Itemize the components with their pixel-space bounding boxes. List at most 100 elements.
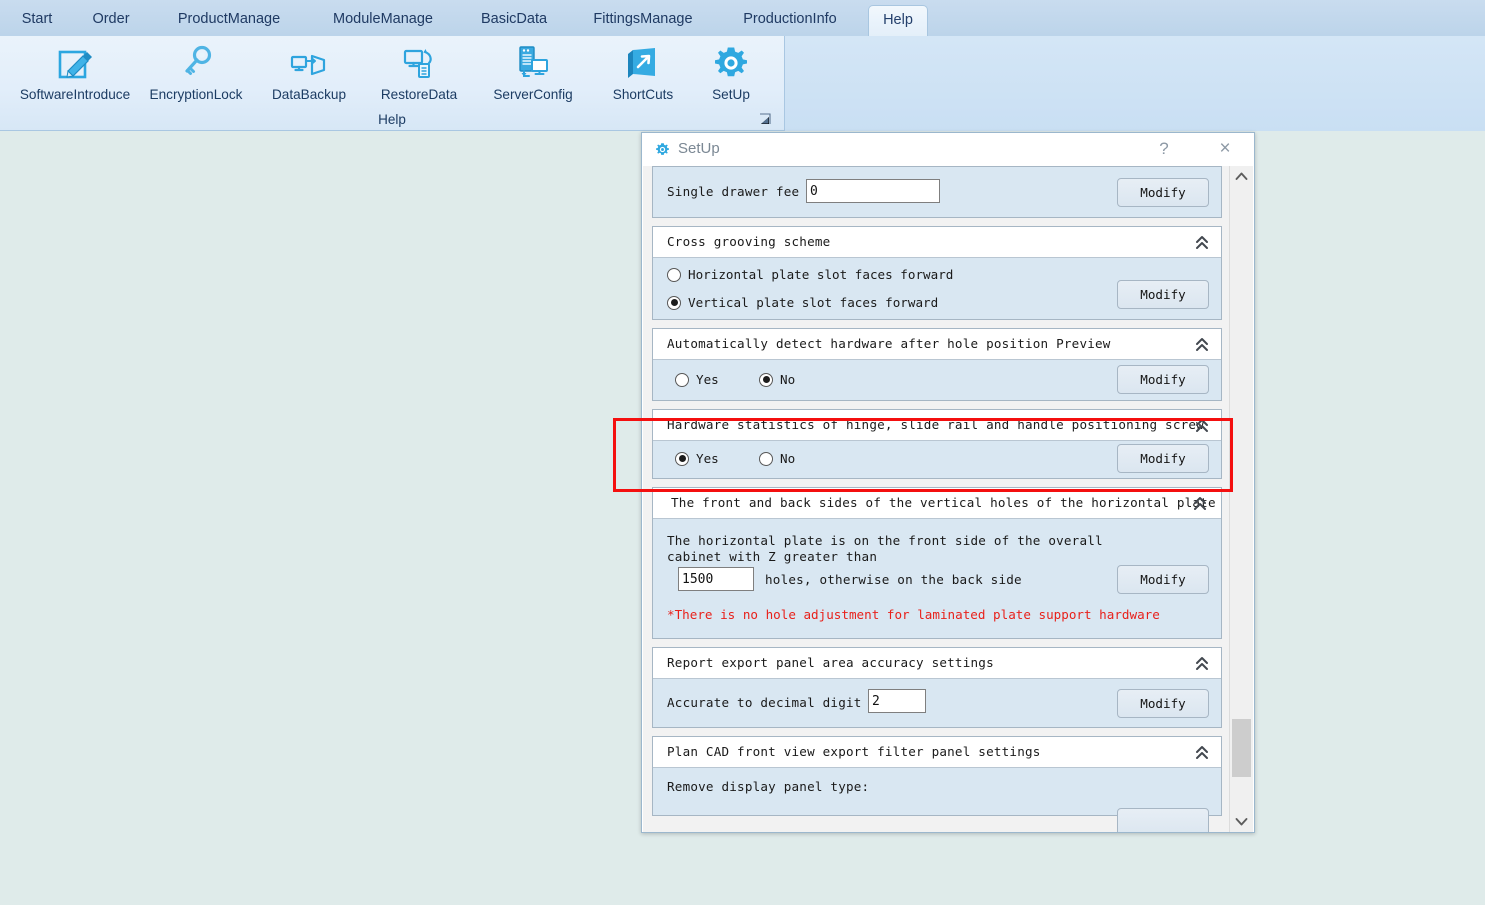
tab-basicdata[interactable]: BasicData bbox=[462, 5, 566, 36]
section-header-label: Plan CAD front view export filter panel … bbox=[667, 744, 1041, 759]
radio-label: No bbox=[780, 372, 796, 387]
dialog-title: SetUp bbox=[678, 140, 720, 157]
section-header[interactable]: Automatically detect hardware after hole… bbox=[653, 329, 1221, 360]
tab-productmanage[interactable]: ProductManage bbox=[156, 5, 302, 36]
ribbon-button-setup[interactable]: SetUp bbox=[694, 40, 768, 112]
modify-button[interactable]: Modify bbox=[1117, 444, 1209, 473]
double-chevron-up-icon[interactable] bbox=[1193, 416, 1211, 435]
section-header-label: Cross grooving scheme bbox=[667, 234, 831, 249]
radio-hardware-stats-yes[interactable]: Yes bbox=[675, 451, 719, 466]
double-chevron-up-icon[interactable] bbox=[1193, 335, 1211, 354]
scroll-thumb[interactable] bbox=[1232, 719, 1251, 777]
modify-button[interactable]: Modify bbox=[1117, 365, 1209, 394]
ribbon-button-label: SetUp bbox=[712, 87, 750, 102]
tab-help[interactable]: Help bbox=[868, 5, 928, 36]
settings-panel-stack: Single drawer fee Modify Cross grooving … bbox=[652, 166, 1222, 832]
server-monitor-icon bbox=[478, 40, 588, 86]
laminated-plate-note: *There is no hole adjustment for laminat… bbox=[667, 607, 1160, 622]
ribbon-panel-help: SoftwareIntroduce EncryptionLock DataBac… bbox=[0, 36, 785, 131]
radio-auto-detect-no[interactable]: No bbox=[759, 372, 795, 387]
scroll-up-arrow-icon[interactable] bbox=[1230, 166, 1253, 187]
radio-indicator bbox=[675, 451, 689, 466]
section-header[interactable]: Cross grooving scheme bbox=[653, 227, 1221, 258]
section-cross-grooving-scheme: Cross grooving scheme Horizontal plate s… bbox=[652, 226, 1222, 320]
section-auto-detect-hardware: Automatically detect hardware after hole… bbox=[652, 328, 1222, 401]
double-chevron-up-icon[interactable] bbox=[1191, 494, 1209, 513]
section-single-drawer-fee: Single drawer fee Modify bbox=[652, 166, 1222, 218]
tab-label: ProductManage bbox=[177, 11, 281, 27]
radio-label: Yes bbox=[696, 372, 719, 387]
ribbon-button-label: SoftwareIntroduce bbox=[19, 87, 131, 102]
double-chevron-up-icon[interactable] bbox=[1193, 654, 1211, 673]
pencil-note-icon bbox=[18, 40, 132, 86]
vertical-holes-text-line2: cabinet with Z greater than bbox=[667, 549, 878, 564]
radio-indicator bbox=[667, 267, 681, 282]
dialog-body: Single drawer fee Modify Cross grooving … bbox=[643, 166, 1253, 832]
tab-order[interactable]: Order bbox=[80, 5, 142, 36]
ribbon-button-databackup[interactable]: DataBackup bbox=[258, 40, 360, 112]
radio-label: Horizontal plate slot faces forward bbox=[688, 267, 954, 282]
dialog-vertical-scrollbar[interactable] bbox=[1229, 166, 1253, 832]
radio-indicator bbox=[759, 451, 773, 466]
ribbon-group-label: Help bbox=[378, 112, 406, 127]
section-body: Single drawer fee Modify bbox=[653, 167, 1221, 217]
monitor-restore-icon bbox=[366, 40, 472, 86]
decimal-digit-input[interactable] bbox=[868, 689, 926, 713]
radio-label: No bbox=[780, 451, 796, 466]
section-body: Remove display panel type: bbox=[653, 768, 1221, 832]
ribbon-button-encryptionlock[interactable]: EncryptionLock bbox=[140, 40, 252, 112]
dialog-scroll-viewport: Single drawer fee Modify Cross grooving … bbox=[643, 166, 1229, 832]
section-report-export-accuracy: Report export panel area accuracy settin… bbox=[652, 647, 1222, 728]
ribbon-button-label: DataBackup bbox=[271, 87, 347, 102]
tab-label: ProductionInfo bbox=[743, 11, 837, 27]
modify-button[interactable]: Modify bbox=[1117, 565, 1209, 594]
setup-dialog: SetUp ? × Single drawer fee Modify Cross… bbox=[641, 132, 1255, 833]
scroll-down-arrow-icon[interactable] bbox=[1230, 811, 1253, 832]
modify-button[interactable]: Modify bbox=[1117, 178, 1209, 207]
radio-auto-detect-yes[interactable]: Yes bbox=[675, 372, 719, 387]
section-header[interactable]: Hardware statistics of hinge, slide rail… bbox=[653, 410, 1221, 441]
section-header[interactable]: The front and back sides of the vertical… bbox=[653, 488, 1221, 519]
vertical-holes-text-line1: The horizontal plate is on the front sid… bbox=[667, 533, 1103, 548]
section-body: Yes No Modify bbox=[653, 360, 1221, 400]
single-drawer-fee-input[interactable] bbox=[806, 179, 940, 203]
z-threshold-input[interactable] bbox=[678, 567, 754, 591]
section-header-label: Hardware statistics of hinge, slide rail… bbox=[667, 417, 1204, 432]
section-body: Accurate to decimal digit Modify bbox=[653, 679, 1221, 727]
gear-icon bbox=[694, 40, 768, 86]
modify-button[interactable]: Modify bbox=[1117, 280, 1209, 309]
radio-hardware-stats-no[interactable]: No bbox=[759, 451, 795, 466]
monitor-backup-icon bbox=[258, 40, 360, 86]
section-header[interactable]: Report export panel area accuracy settin… bbox=[653, 648, 1221, 679]
tab-fittingsmanage[interactable]: FittingsManage bbox=[576, 5, 710, 36]
help-button[interactable]: ? bbox=[1147, 136, 1181, 162]
single-drawer-fee-label: Single drawer fee bbox=[667, 184, 800, 199]
tab-label: Order bbox=[92, 11, 130, 27]
ribbon-button-softwareintroduce[interactable]: SoftwareIntroduce bbox=[18, 40, 132, 112]
ribbon-button-restoredata[interactable]: RestoreData bbox=[366, 40, 472, 112]
dialog-titlebar: SetUp ? × bbox=[642, 133, 1254, 166]
radio-vertical-plate-slot[interactable]: Vertical plate slot faces forward bbox=[667, 295, 938, 310]
tab-modulemanage[interactable]: ModuleManage bbox=[312, 5, 454, 36]
dialog-launcher-icon[interactable] bbox=[759, 113, 772, 126]
tab-start[interactable]: Start bbox=[8, 5, 66, 36]
tab-productioninfo[interactable]: ProductionInfo bbox=[722, 5, 858, 36]
ribbon-group-help: SoftwareIntroduce EncryptionLock DataBac… bbox=[0, 36, 784, 130]
shortcut-arrow-icon bbox=[596, 40, 690, 86]
close-button[interactable]: × bbox=[1208, 136, 1242, 162]
section-body: Horizontal plate slot faces forward Vert… bbox=[653, 258, 1221, 319]
double-chevron-up-icon[interactable] bbox=[1193, 233, 1211, 252]
radio-label: Vertical plate slot faces forward bbox=[688, 295, 939, 310]
modify-button[interactable] bbox=[1117, 808, 1209, 832]
ribbon-button-shortcuts[interactable]: ShortCuts bbox=[596, 40, 690, 112]
modify-button[interactable]: Modify bbox=[1117, 689, 1209, 718]
double-chevron-up-icon[interactable] bbox=[1193, 743, 1211, 762]
ribbon-tabbar: Start Order ProductManage ModuleManage B… bbox=[0, 0, 1485, 37]
ribbon-button-serverconfig[interactable]: ServerConfig bbox=[478, 40, 588, 112]
section-plan-cad-front-view: Plan CAD front view export filter panel … bbox=[652, 736, 1222, 832]
ribbon-button-label: ServerConfig bbox=[493, 87, 573, 102]
radio-horizontal-plate-slot[interactable]: Horizontal plate slot faces forward bbox=[667, 267, 953, 282]
tab-label: FittingsManage bbox=[593, 11, 693, 27]
remove-display-panel-label: Remove display panel type: bbox=[667, 779, 870, 794]
section-header[interactable]: Plan CAD front view export filter panel … bbox=[653, 737, 1221, 768]
